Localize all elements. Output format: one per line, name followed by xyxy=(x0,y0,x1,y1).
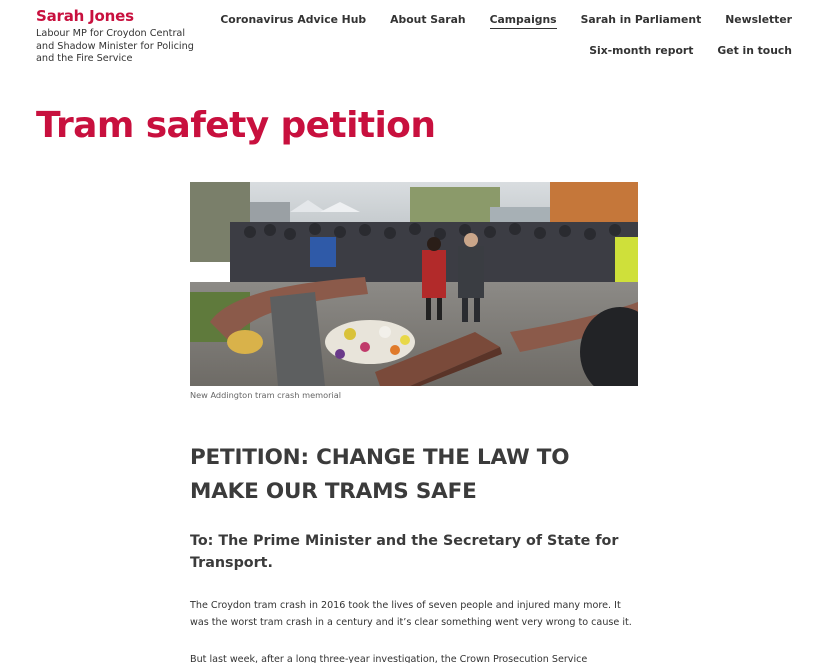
site-description: Labour MP for Croydon Central and Shadow… xyxy=(36,28,194,64)
memorial-figure: New Addington tram crash memorial xyxy=(190,182,638,400)
nav-sarah-in-parliament[interactable]: Sarah in Parliament xyxy=(581,11,702,29)
page: Sarah Jones Labour MP for Croydon Centra… xyxy=(0,0,822,663)
nav-campaigns[interactable]: Campaigns xyxy=(489,11,557,29)
nav-about-sarah[interactable]: About Sarah xyxy=(390,11,465,29)
petition-headline: PETITION: CHANGE THE LAW TO MAKE OUR TRA… xyxy=(190,445,570,504)
nav-row-primary: Coronavirus Advice Hub About Sarah Campa… xyxy=(220,11,792,29)
site-branding: Sarah Jones Labour MP for Croydon Centra… xyxy=(36,7,206,66)
nav-coronavirus-advice-hub[interactable]: Coronavirus Advice Hub xyxy=(220,11,366,29)
article-paragraph: The Croydon tram crash in 2016 took the … xyxy=(190,600,632,628)
article-paragraph: But last week, after a long three-year i… xyxy=(190,654,588,663)
nav-get-in-touch[interactable]: Get in touch xyxy=(717,42,792,59)
article-content: New Addington tram crash memorial PETITI… xyxy=(190,182,638,663)
site-title-link[interactable]: Sarah Jones xyxy=(36,7,206,26)
nav-row-secondary: Six-month report Get in touch xyxy=(272,42,792,59)
main-navigation: Coronavirus Advice Hub About Sarah Campa… xyxy=(220,11,792,72)
petition-recipients: To: The Prime Minister and the Secretary… xyxy=(190,533,619,571)
page-title: Tram safety petition xyxy=(36,105,436,146)
nav-newsletter[interactable]: Newsletter xyxy=(725,11,792,29)
photo-caption: New Addington tram crash memorial xyxy=(190,390,342,400)
nav-six-month-report[interactable]: Six-month report xyxy=(589,42,693,59)
memorial-photo xyxy=(190,182,638,386)
